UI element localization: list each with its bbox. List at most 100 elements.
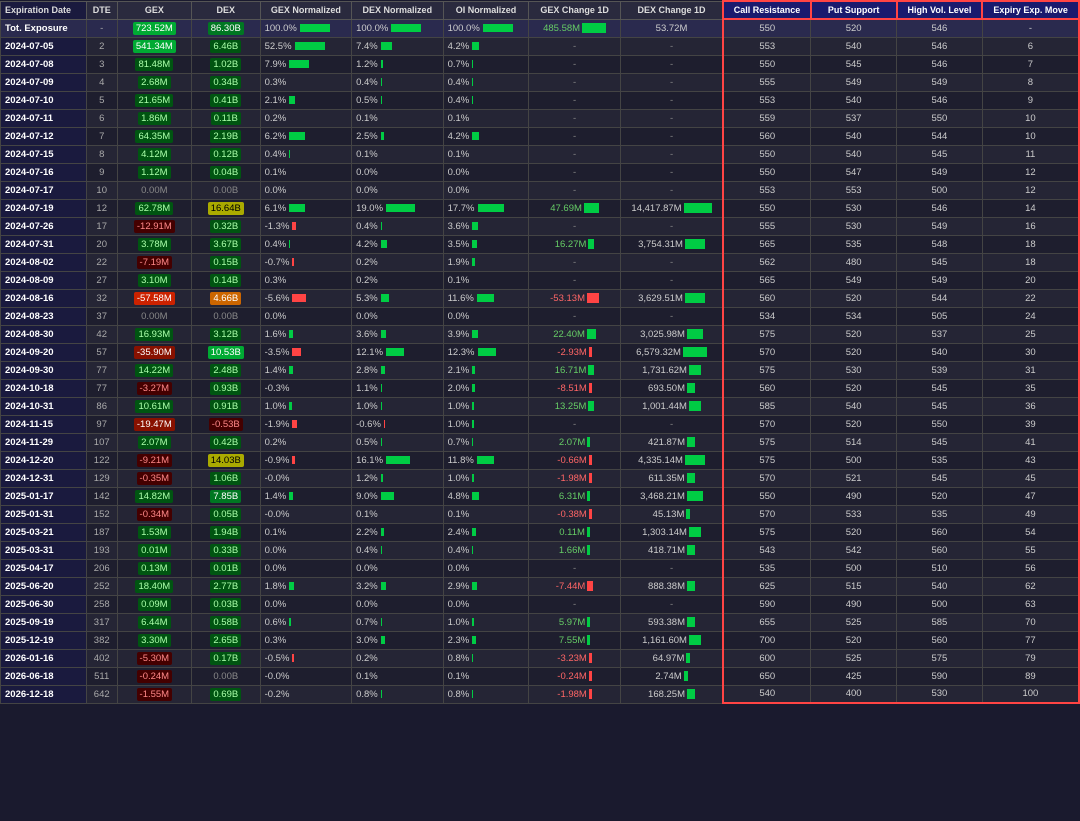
cell-dex-1d: 1,303.14M bbox=[620, 523, 723, 541]
cell-call-res: 555 bbox=[723, 73, 811, 91]
cell-gex-1d: -3.23M bbox=[529, 649, 620, 667]
cell-gex-1d: -8.51M bbox=[529, 379, 620, 397]
cell-dex-norm: 2.5% bbox=[352, 127, 443, 145]
header-dex-norm: DEX Normalized bbox=[352, 1, 443, 19]
cell-dex-1d: - bbox=[620, 559, 723, 577]
cell-date: 2024-10-31 bbox=[1, 397, 87, 415]
cell-put-sup: 520 bbox=[811, 523, 897, 541]
cell-expiry-move: - bbox=[982, 19, 1079, 37]
cell-oi-norm: 0.0% bbox=[443, 181, 529, 199]
cell-date: 2024-11-29 bbox=[1, 433, 87, 451]
cell-gex-norm: 0.0% bbox=[260, 181, 351, 199]
cell-call-res: 559 bbox=[723, 109, 811, 127]
cell-gex-1d: 16.71M bbox=[529, 361, 620, 379]
cell-dex-norm: 4.2% bbox=[352, 235, 443, 253]
cell-put-sup: 545 bbox=[811, 55, 897, 73]
cell-call-res: 550 bbox=[723, 55, 811, 73]
cell-gex: 64.35M bbox=[117, 127, 191, 145]
cell-oi-norm: 11.6% bbox=[443, 289, 529, 307]
cell-date: 2025-01-31 bbox=[1, 505, 87, 523]
cell-dex-norm: 0.2% bbox=[352, 271, 443, 289]
cell-dex: 7.85B bbox=[191, 487, 260, 505]
cell-gex: -35.90M bbox=[117, 343, 191, 361]
cell-date: 2024-08-23 bbox=[1, 307, 87, 325]
cell-call-res: 575 bbox=[723, 325, 811, 343]
cell-dex: 1.94B bbox=[191, 523, 260, 541]
cell-call-res: 543 bbox=[723, 541, 811, 559]
header-call-res: Call Resistance bbox=[723, 1, 811, 19]
cell-gex: 14.22M bbox=[117, 361, 191, 379]
cell-oi-norm: 0.4% bbox=[443, 91, 529, 109]
cell-high-vol: 546 bbox=[897, 19, 983, 37]
cell-date: 2024-09-20 bbox=[1, 343, 87, 361]
cell-expiry-move: 45 bbox=[982, 469, 1079, 487]
cell-date: 2024-07-09 bbox=[1, 73, 87, 91]
cell-dte: 122 bbox=[86, 451, 117, 469]
cell-call-res: 570 bbox=[723, 505, 811, 523]
cell-date: 2025-03-21 bbox=[1, 523, 87, 541]
cell-high-vol: 545 bbox=[897, 433, 983, 451]
cell-call-res: 565 bbox=[723, 235, 811, 253]
cell-gex-1d: - bbox=[529, 73, 620, 91]
cell-put-sup: 530 bbox=[811, 199, 897, 217]
cell-gex-1d: 485.58M bbox=[529, 19, 620, 37]
cell-gex: 21.65M bbox=[117, 91, 191, 109]
main-table-container: Expiration Date DTE GEX DEX GEX Normaliz… bbox=[0, 0, 1080, 704]
cell-gex-1d: - bbox=[529, 91, 620, 109]
cell-dex-1d: - bbox=[620, 181, 723, 199]
cell-call-res: 625 bbox=[723, 577, 811, 595]
cell-dex: 2.19B bbox=[191, 127, 260, 145]
cell-put-sup: 520 bbox=[811, 379, 897, 397]
cell-gex-norm: -1.9% bbox=[260, 415, 351, 433]
cell-gex-norm: 52.5% bbox=[260, 37, 351, 55]
cell-dex-norm: 0.1% bbox=[352, 505, 443, 523]
cell-dex: 0.03B bbox=[191, 595, 260, 613]
cell-put-sup: 400 bbox=[811, 685, 897, 703]
cell-dex-norm: 0.0% bbox=[352, 163, 443, 181]
cell-put-sup: 540 bbox=[811, 91, 897, 109]
header-high-vol: High Vol. Level bbox=[897, 1, 983, 19]
cell-date: 2024-07-26 bbox=[1, 217, 87, 235]
cell-high-vol: 548 bbox=[897, 235, 983, 253]
cell-dex-norm: 0.0% bbox=[352, 595, 443, 613]
cell-oi-norm: 1.0% bbox=[443, 613, 529, 631]
cell-oi-norm: 0.1% bbox=[443, 667, 529, 685]
cell-dte: 193 bbox=[86, 541, 117, 559]
cell-dex: 0.34B bbox=[191, 73, 260, 91]
cell-dex-1d: - bbox=[620, 145, 723, 163]
cell-oi-norm: 2.0% bbox=[443, 379, 529, 397]
cell-high-vol: 545 bbox=[897, 253, 983, 271]
cell-oi-norm: 4.8% bbox=[443, 487, 529, 505]
cell-high-vol: 590 bbox=[897, 667, 983, 685]
cell-gex: 0.00M bbox=[117, 307, 191, 325]
cell-dex-norm: 0.2% bbox=[352, 649, 443, 667]
cell-call-res: 540 bbox=[723, 685, 811, 703]
cell-dex: 0.58B bbox=[191, 613, 260, 631]
cell-dte: 57 bbox=[86, 343, 117, 361]
cell-gex-norm: 1.4% bbox=[260, 361, 351, 379]
cell-call-res: 560 bbox=[723, 379, 811, 397]
cell-put-sup: 537 bbox=[811, 109, 897, 127]
cell-dte: 107 bbox=[86, 433, 117, 451]
cell-put-sup: 540 bbox=[811, 397, 897, 415]
cell-dex: 0.93B bbox=[191, 379, 260, 397]
cell-dex: 0.41B bbox=[191, 91, 260, 109]
cell-gex-norm: 100.0% bbox=[260, 19, 351, 37]
cell-call-res: 655 bbox=[723, 613, 811, 631]
cell-expiry-move: 56 bbox=[982, 559, 1079, 577]
cell-put-sup: 533 bbox=[811, 505, 897, 523]
cell-gex-1d: - bbox=[529, 217, 620, 235]
cell-dex-1d: - bbox=[620, 163, 723, 181]
cell-dte: 10 bbox=[86, 181, 117, 199]
cell-dte: 9 bbox=[86, 163, 117, 181]
cell-gex: 3.78M bbox=[117, 235, 191, 253]
cell-date: 2024-11-15 bbox=[1, 415, 87, 433]
cell-expiry-move: 31 bbox=[982, 361, 1079, 379]
cell-dte: 3 bbox=[86, 55, 117, 73]
header-oi-norm: OI Normalized bbox=[443, 1, 529, 19]
cell-dex-norm: 1.2% bbox=[352, 469, 443, 487]
cell-gex: -7.19M bbox=[117, 253, 191, 271]
cell-high-vol: 549 bbox=[897, 73, 983, 91]
cell-expiry-move: 12 bbox=[982, 181, 1079, 199]
cell-dex-norm: 3.0% bbox=[352, 631, 443, 649]
